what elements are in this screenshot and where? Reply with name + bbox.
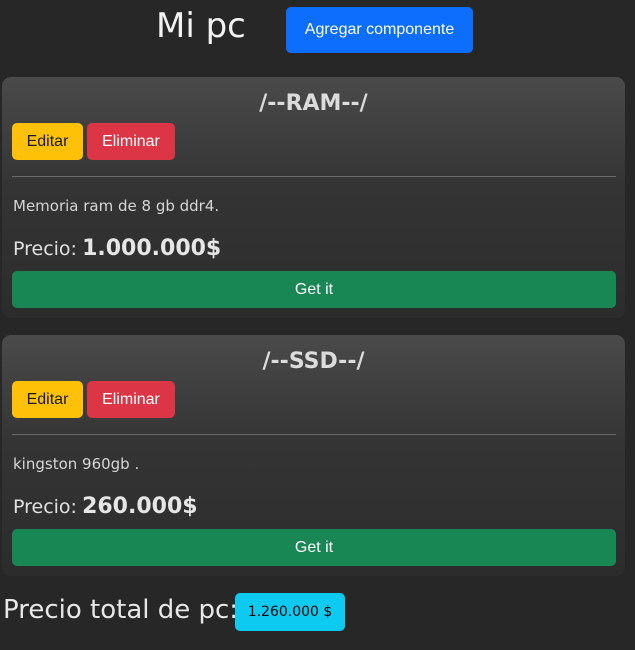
- component-description: Memoria ram de 8 gb ddr4.: [13, 197, 220, 215]
- divider: [12, 434, 616, 435]
- header: Mi pc Agregar componente: [0, 0, 635, 62]
- get-it-button[interactable]: Get it: [12, 529, 616, 566]
- edit-button[interactable]: Editar: [12, 123, 83, 160]
- delete-button[interactable]: Eliminar: [87, 123, 175, 160]
- component-description: kingston 960gb .: [13, 455, 140, 473]
- price-label: Precio:: [13, 238, 77, 260]
- price-label: Precio:: [13, 496, 77, 518]
- page-title: Mi pc: [156, 6, 246, 46]
- price-value: 260.000$: [82, 494, 198, 519]
- add-component-button[interactable]: Agregar componente: [286, 7, 473, 53]
- component-card-ram: /--RAM--/ Editar Eliminar Memoria ram de…: [2, 77, 625, 318]
- price-value: 1.000.000$: [82, 236, 222, 261]
- get-it-button[interactable]: Get it: [12, 271, 616, 308]
- edit-button[interactable]: Editar: [12, 381, 83, 418]
- card-title: /--SSD--/: [262, 349, 365, 374]
- price-row: Precio: 260.000$: [13, 492, 198, 523]
- price-row: Precio: 1.000.000$: [13, 234, 221, 265]
- total-price-badge: 1.260.000 $: [235, 593, 345, 631]
- total-price-label: Precio total de pc:: [3, 595, 239, 625]
- component-card-ssd: /--SSD--/ Editar Eliminar kingston 960gb…: [2, 335, 625, 576]
- delete-button[interactable]: Eliminar: [87, 381, 175, 418]
- divider: [12, 176, 616, 177]
- card-title: /--RAM--/: [259, 91, 368, 116]
